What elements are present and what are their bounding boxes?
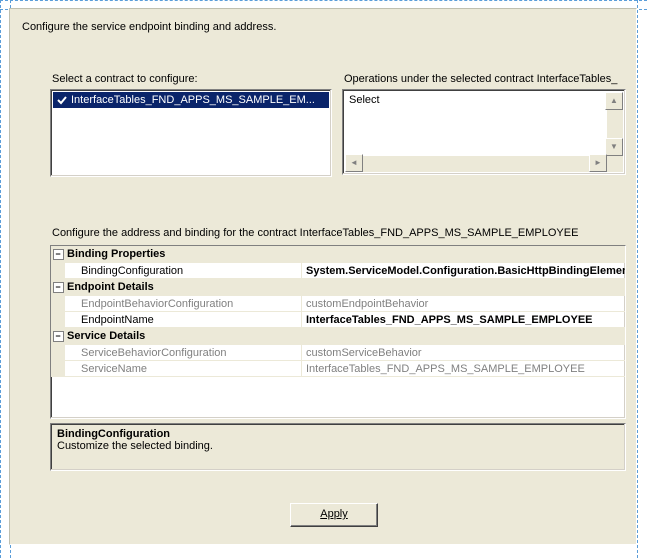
instruction-text: Configure the service endpoint binding a… bbox=[22, 21, 276, 33]
configure-address-label: Configure the address and binding for th… bbox=[52, 227, 578, 239]
description-text: Customize the selected binding. bbox=[57, 440, 619, 452]
contract-list-label: Select a contract to configure: bbox=[52, 73, 198, 85]
category-endpoint-details[interactable]: − Endpoint Details bbox=[51, 279, 625, 296]
scroll-right-button[interactable]: ► bbox=[589, 154, 607, 172]
operations-item-label[interactable]: Select bbox=[349, 94, 380, 106]
check-icon bbox=[56, 94, 68, 106]
contract-item-label: InterfaceTables_FND_APPS_MS_SAMPLE_EM... bbox=[71, 94, 315, 106]
prop-label: EndpointBehaviorConfiguration bbox=[65, 296, 301, 312]
prop-endpoint-behavior-configuration[interactable]: EndpointBehaviorConfiguration customEndp… bbox=[51, 296, 625, 312]
description-title: BindingConfiguration bbox=[57, 428, 619, 440]
prop-value[interactable]: System.ServiceModel.Configuration.BasicH… bbox=[301, 263, 625, 279]
category-service-details[interactable]: − Service Details bbox=[51, 328, 625, 345]
operations-list-label: Operations under the selected contract I… bbox=[344, 73, 617, 85]
prop-value[interactable]: customServiceBehavior bbox=[301, 345, 625, 361]
dialog-panel: Configure the service endpoint binding a… bbox=[9, 8, 637, 545]
property-grid[interactable]: − Binding Properties BindingConfiguratio… bbox=[50, 245, 626, 419]
prop-service-behavior-configuration[interactable]: ServiceBehaviorConfiguration customServi… bbox=[51, 345, 625, 361]
prop-value[interactable]: InterfaceTables_FND_APPS_MS_SAMPLE_EMPLO… bbox=[301, 361, 625, 377]
prop-label: EndpointName bbox=[65, 312, 301, 328]
prop-value[interactable]: InterfaceTables_FND_APPS_MS_SAMPLE_EMPLO… bbox=[301, 312, 625, 328]
collapse-icon[interactable]: − bbox=[53, 282, 64, 293]
prop-endpoint-name[interactable]: EndpointName InterfaceTables_FND_APPS_MS… bbox=[51, 312, 625, 328]
vertical-scrollbar-track[interactable] bbox=[607, 108, 623, 140]
operations-content: Select bbox=[345, 92, 607, 156]
collapse-icon[interactable]: − bbox=[53, 331, 64, 342]
scroll-left-button[interactable]: ◄ bbox=[345, 154, 363, 172]
prop-label: BindingConfiguration bbox=[65, 263, 301, 279]
scrollbar-corner bbox=[607, 156, 623, 172]
apply-button[interactable]: Apply bbox=[290, 503, 378, 527]
contract-item-selected[interactable]: InterfaceTables_FND_APPS_MS_SAMPLE_EM... bbox=[53, 92, 329, 108]
horizontal-scrollbar-track[interactable] bbox=[361, 156, 591, 172]
prop-value[interactable]: customEndpointBehavior bbox=[301, 296, 625, 312]
category-binding-properties[interactable]: − Binding Properties bbox=[51, 246, 625, 263]
contract-listbox[interactable]: InterfaceTables_FND_APPS_MS_SAMPLE_EM... bbox=[50, 89, 332, 177]
prop-label: ServiceBehaviorConfiguration bbox=[65, 345, 301, 361]
scroll-up-button[interactable]: ▲ bbox=[605, 92, 623, 110]
prop-binding-configuration[interactable]: BindingConfiguration System.ServiceModel… bbox=[51, 263, 625, 279]
operations-listbox[interactable]: Select ▲ ▼ ◄ ► bbox=[342, 89, 626, 175]
collapse-icon[interactable]: − bbox=[53, 249, 64, 260]
prop-service-name[interactable]: ServiceName InterfaceTables_FND_APPS_MS_… bbox=[51, 361, 625, 377]
scroll-down-button[interactable]: ▼ bbox=[605, 138, 623, 156]
prop-label: ServiceName bbox=[65, 361, 301, 377]
description-pane: BindingConfiguration Customize the selec… bbox=[50, 423, 626, 471]
